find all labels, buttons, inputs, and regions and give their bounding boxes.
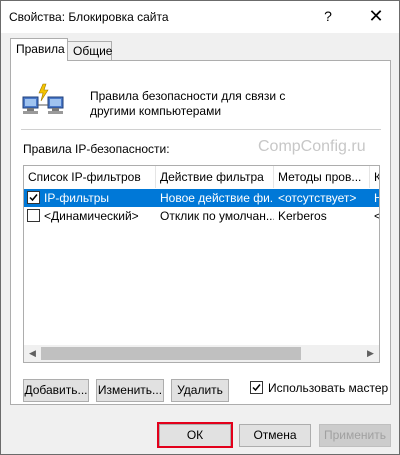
cell-tunnel: Не [374, 189, 379, 207]
apply-button[interactable]: Применить [319, 424, 391, 447]
ip-rules-list[interactable]: Список IP-фильтров Действие фильтра Мето… [23, 165, 380, 363]
row-checkbox[interactable] [27, 191, 40, 204]
column-header-filter-action[interactable]: Действие фильтра [156, 166, 274, 188]
cell-filter-list: IP-фильтры [44, 191, 110, 205]
column-header-tunnel[interactable]: Ко [370, 166, 379, 188]
checkmark-icon [29, 194, 38, 202]
list-header: Список IP-фильтров Действие фильтра Мето… [24, 166, 379, 188]
cell-filter-action: Новое действие фи... [160, 191, 274, 205]
properties-dialog: Свойства: Блокировка сайта ? ✕ Правила О… [0, 0, 400, 455]
tab-rules-label: Правила [16, 42, 65, 56]
column-header-auth-methods[interactable]: Методы пров... [274, 166, 370, 188]
cell-filter-action: Отклик по умолчан... [160, 209, 274, 223]
horizontal-scrollbar[interactable]: ◀ ▶ [24, 345, 379, 362]
scrollbar-thumb[interactable] [41, 347, 301, 360]
title-bar: Свойства: Блокировка сайта ? ✕ [1, 1, 399, 33]
add-button[interactable]: Добавить... [23, 379, 89, 402]
window-title: Свойства: Блокировка сайта [9, 10, 169, 24]
scroll-left-icon[interactable]: ◀ [24, 345, 41, 362]
tab-general[interactable]: Общие [67, 41, 112, 60]
cell-auth-methods: Kerberos [278, 209, 327, 223]
checkmark-icon [252, 384, 261, 392]
help-button[interactable]: ? [317, 5, 339, 27]
watermark: CompConfig.ru [258, 138, 366, 155]
cell-auth-methods: <отсутствует> [278, 191, 357, 205]
edit-button[interactable]: Изменить... [96, 379, 164, 402]
row-checkbox[interactable] [27, 209, 40, 222]
close-button[interactable]: ✕ [365, 5, 387, 27]
column-header-filter-list[interactable]: Список IP-фильтров [24, 166, 156, 188]
tab-general-label: Общие [73, 44, 113, 58]
rules-tab-pane: Правила безопасности для связи с другими… [10, 60, 391, 405]
use-wizard-check[interactable] [250, 381, 263, 394]
use-wizard-checkbox[interactable]: Использовать мастер [250, 379, 388, 395]
tab-rules[interactable]: Правила [10, 38, 68, 61]
table-row[interactable]: <Динамический> Отклик по умолчан... Kerb… [24, 207, 379, 225]
table-row[interactable]: IP-фильтры Новое действие фи... <отсутст… [24, 189, 379, 207]
cell-tunnel: <Н [374, 207, 379, 225]
rules-description: Правила безопасности для связи с другими… [90, 89, 286, 118]
scroll-right-icon[interactable]: ▶ [362, 345, 379, 362]
rules-section-label: Правила IP-безопасности: [23, 142, 170, 156]
use-wizard-label: Использовать мастер [268, 381, 389, 395]
ok-button[interactable]: ОК [159, 424, 231, 447]
network-computers-icon [22, 83, 64, 114]
cancel-button[interactable]: Отмена [239, 424, 311, 447]
remove-button[interactable]: Удалить [171, 379, 229, 402]
cell-filter-list: <Динамический> [44, 209, 139, 223]
divider [21, 129, 381, 130]
